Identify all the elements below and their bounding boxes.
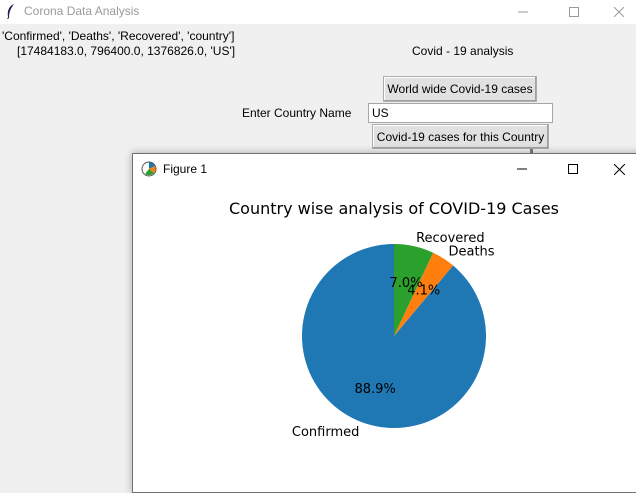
close-icon [613,163,625,175]
figure-title: Figure 1 [163,162,208,176]
country-name-input[interactable] [368,103,553,123]
world-wide-cases-button[interactable]: World wide Covid-19 cases [383,76,537,102]
slice-label-deaths: Deaths [448,245,494,260]
columns-text: 'Confirmed', 'Deaths', 'Recovered', 'cou… [2,29,235,43]
country-name-label: Enter Country Name [242,106,352,120]
minimize-icon [518,11,528,13]
values-text: [17484183.0, 796400.0, 1376826.0, 'US'] [17,44,236,58]
maximize-icon [569,7,579,17]
window-title: Corona Data Analysis [24,4,140,18]
minimize-icon [517,168,527,170]
tk-feather-icon [6,3,16,22]
figure-minimize-button[interactable] [499,154,545,184]
figure-maximize-button[interactable] [550,154,596,184]
analysis-heading: Covid - 19 analysis [412,44,514,58]
matplotlib-icon [141,161,157,180]
country-cases-button[interactable]: Covid-19 cases for this Country [372,124,549,149]
figure-title-bar: Figure 1 [133,154,636,184]
minimize-button[interactable] [500,0,546,24]
title-bar: Corona Data Analysis [0,0,636,24]
pct-label-confirmed: 88.9% [354,382,395,397]
pct-label-recovered: 7.0% [390,276,423,291]
pie-chart: Country wise analysis of COVID-19 Cases … [229,199,559,440]
figure-window: Figure 1 Country wise analysis of COVID-… [132,153,636,493]
slice-label-confirmed: Confirmed [292,425,360,440]
slice-label-recovered: Recovered [416,231,485,246]
figure-close-button[interactable] [596,154,636,184]
figure-toolbar-edge [133,490,636,492]
chart-title: Country wise analysis of COVID-19 Cases [229,199,559,218]
maximize-icon [568,164,578,174]
close-button[interactable] [596,0,636,24]
maximize-button[interactable] [551,0,597,24]
close-icon [614,7,624,17]
